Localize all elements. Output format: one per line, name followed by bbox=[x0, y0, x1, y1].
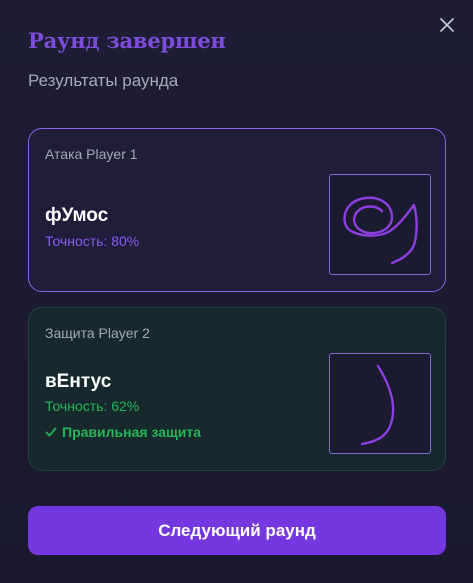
modal-title: Раунд завершен bbox=[28, 28, 226, 53]
attack-accuracy: Точность: 80% bbox=[45, 233, 140, 249]
attack-label: Атака Player 1 bbox=[45, 146, 138, 162]
defense-word: вЕнтус bbox=[45, 371, 112, 392]
defense-label: Защита Player 2 bbox=[45, 325, 150, 341]
close-button[interactable] bbox=[436, 14, 458, 36]
round-result-modal: Раунд завершен Результаты раунда Атака P… bbox=[0, 0, 473, 583]
attack-card: Атака Player 1 фУмос Точность: 80% bbox=[28, 128, 446, 292]
verdict-text: Правильная защита bbox=[62, 424, 202, 440]
modal-subtitle: Результаты раунда bbox=[28, 71, 179, 90]
defense-accuracy: Точность: 62% bbox=[45, 398, 140, 414]
spiral-stroke bbox=[343, 196, 418, 265]
attack-word: фУмос bbox=[45, 205, 109, 226]
defense-card: Защита Player 2 вЕнтус Точность: 62% Пра… bbox=[28, 307, 446, 471]
next-round-button[interactable]: Следующий раунд bbox=[28, 506, 446, 555]
attack-drawing bbox=[329, 174, 431, 275]
close-icon bbox=[440, 18, 454, 32]
defense-verdict: Правильная защита bbox=[45, 424, 201, 440]
check-icon bbox=[45, 427, 57, 437]
defense-drawing bbox=[329, 353, 431, 454]
arc-stroke bbox=[360, 364, 395, 446]
